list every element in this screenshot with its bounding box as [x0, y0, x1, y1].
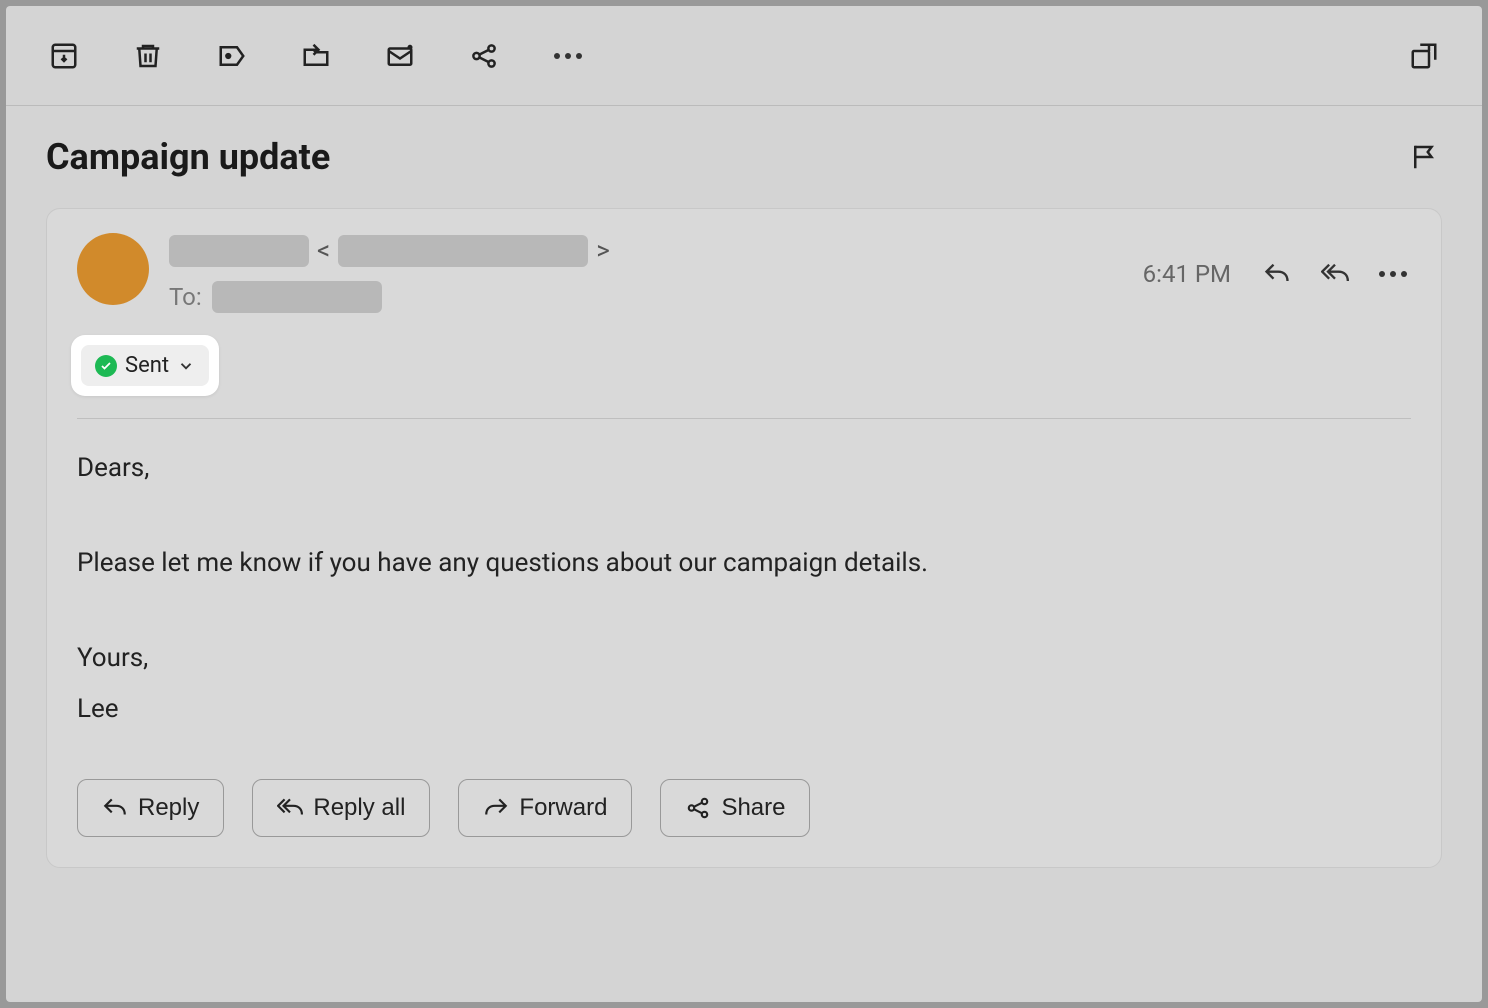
sender-name-redacted: [169, 235, 309, 267]
more-icon: [1379, 271, 1407, 277]
angle-open: <: [317, 236, 330, 266]
toolbar: [6, 6, 1482, 106]
header-more-button[interactable]: [1375, 256, 1411, 292]
more-icon: [554, 53, 582, 59]
message-body: Dears, Please let me know if you have an…: [77, 449, 1411, 729]
sender-block: < > To:: [169, 233, 1123, 315]
share-action-button[interactable]: Share: [660, 779, 810, 837]
delete-button[interactable]: [130, 38, 166, 74]
trash-icon: [133, 41, 163, 71]
reply-label: Reply: [138, 794, 199, 822]
envelope-icon: [385, 41, 415, 71]
sender-line: < >: [169, 233, 1123, 269]
forward-label: Forward: [519, 794, 607, 822]
status-badge-highlight: Sent: [71, 335, 219, 396]
mark-unread-button[interactable]: [382, 38, 418, 74]
popout-icon: [1409, 41, 1439, 71]
share-nodes-icon: [469, 41, 499, 71]
body-signature: Lee: [77, 690, 1411, 729]
divider: [77, 418, 1411, 419]
status-label: Sent: [125, 353, 169, 378]
chevron-down-icon: [177, 357, 195, 375]
status-badge[interactable]: Sent: [81, 345, 209, 386]
message-header: < > To: 6:41 PM: [77, 233, 1411, 315]
timestamp: 6:41 PM: [1143, 260, 1231, 288]
check-circle-icon: [95, 355, 117, 377]
share-label: Share: [721, 794, 785, 822]
angle-close: >: [596, 236, 610, 266]
label-button[interactable]: [214, 38, 250, 74]
toolbar-left: [46, 38, 586, 74]
body-line-1: Please let me know if you have any quest…: [77, 544, 1411, 583]
reply-all-label: Reply all: [313, 794, 405, 822]
share-nodes-icon: [685, 795, 711, 821]
archive-button[interactable]: [46, 38, 82, 74]
sender-email-redacted: [338, 235, 588, 267]
move-button[interactable]: [298, 38, 334, 74]
email-viewer-window: Campaign update < > To: 6:41 PM: [6, 6, 1482, 1002]
avatar: [77, 233, 149, 305]
forward-button[interactable]: Forward: [458, 779, 632, 837]
reply-icon: [102, 795, 128, 821]
recipient-redacted: [212, 281, 382, 313]
reply-all-icon: [1321, 260, 1349, 288]
forward-icon: [483, 795, 509, 821]
message-card: < > To: 6:41 PM: [46, 208, 1442, 868]
header-reply-all-button[interactable]: [1317, 256, 1353, 292]
body-greeting: Dears,: [77, 449, 1411, 488]
flag-icon: [1409, 142, 1439, 172]
body-signoff: Yours,: [77, 639, 1411, 678]
reply-all-icon: [277, 795, 303, 821]
subject-bar: Campaign update: [6, 106, 1482, 198]
reply-button[interactable]: Reply: [77, 779, 224, 837]
popout-button[interactable]: [1406, 38, 1442, 74]
archive-icon: [49, 41, 79, 71]
flag-button[interactable]: [1406, 139, 1442, 175]
share-button[interactable]: [466, 38, 502, 74]
reply-all-button[interactable]: Reply all: [252, 779, 430, 837]
to-label: To:: [169, 283, 202, 311]
toolbar-right: [1406, 38, 1442, 74]
header-reply-button[interactable]: [1259, 256, 1295, 292]
label-icon: [217, 41, 247, 71]
to-line: To:: [169, 279, 1123, 315]
more-button[interactable]: [550, 38, 586, 74]
header-actions: 6:41 PM: [1143, 233, 1411, 315]
reply-icon: [1263, 260, 1291, 288]
move-to-folder-icon: [301, 41, 331, 71]
subject-text: Campaign update: [46, 136, 330, 178]
action-row: Reply Reply all Forward Share: [77, 779, 1411, 837]
